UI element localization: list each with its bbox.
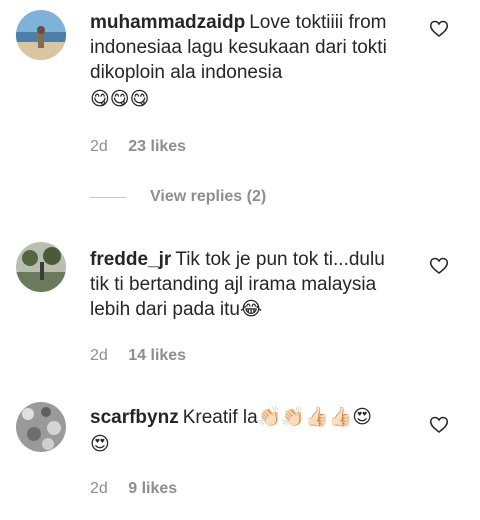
comment-text: muhammadzaidp Love toktiiii from indonesi… [90,10,405,85]
avatar[interactable] [16,242,66,292]
view-replies-button[interactable]: View replies (2) [90,186,266,208]
comment-username[interactable]: muhammadzaidp [90,12,245,33]
comment-time[interactable]: 2d [90,480,108,497]
comment-body: Kreatif la👏🏻👏🏻👍🏻👍🏻😍 [182,407,373,428]
comment-emojis: 😋😋😋 [90,88,150,110]
comment-time[interactable]: 2d [90,138,108,155]
avatar[interactable] [16,402,66,452]
heart-outline-icon[interactable] [429,415,449,435]
comment-time[interactable]: 2d [90,347,108,364]
comment-likes[interactable]: 9 likes [128,480,177,497]
comment-text: scarfbynz Kreatif la👏🏻👏🏻👍🏻👍🏻😍 [90,405,405,430]
comment-username[interactable]: fredde_jr [90,249,171,270]
heart-outline-icon[interactable] [429,19,449,39]
comment-meta: 2d 14 likes [90,347,186,365]
comment-emojis: 😍 [90,433,110,455]
comment-meta: 2d 23 likes [90,138,186,156]
heart-outline-icon[interactable] [429,256,449,276]
comment-username[interactable]: scarfbynz [90,407,179,428]
comment-likes[interactable]: 14 likes [128,347,186,364]
view-replies-label: View replies (2) [150,188,267,205]
comment-text: fredde_jr Tik tok je pun tok ti...dulu ti… [90,247,405,322]
replies-divider [90,196,126,198]
comment-likes[interactable]: 23 likes [128,138,186,155]
avatar[interactable] [16,10,66,60]
comment-meta: 2d 9 likes [90,480,177,498]
